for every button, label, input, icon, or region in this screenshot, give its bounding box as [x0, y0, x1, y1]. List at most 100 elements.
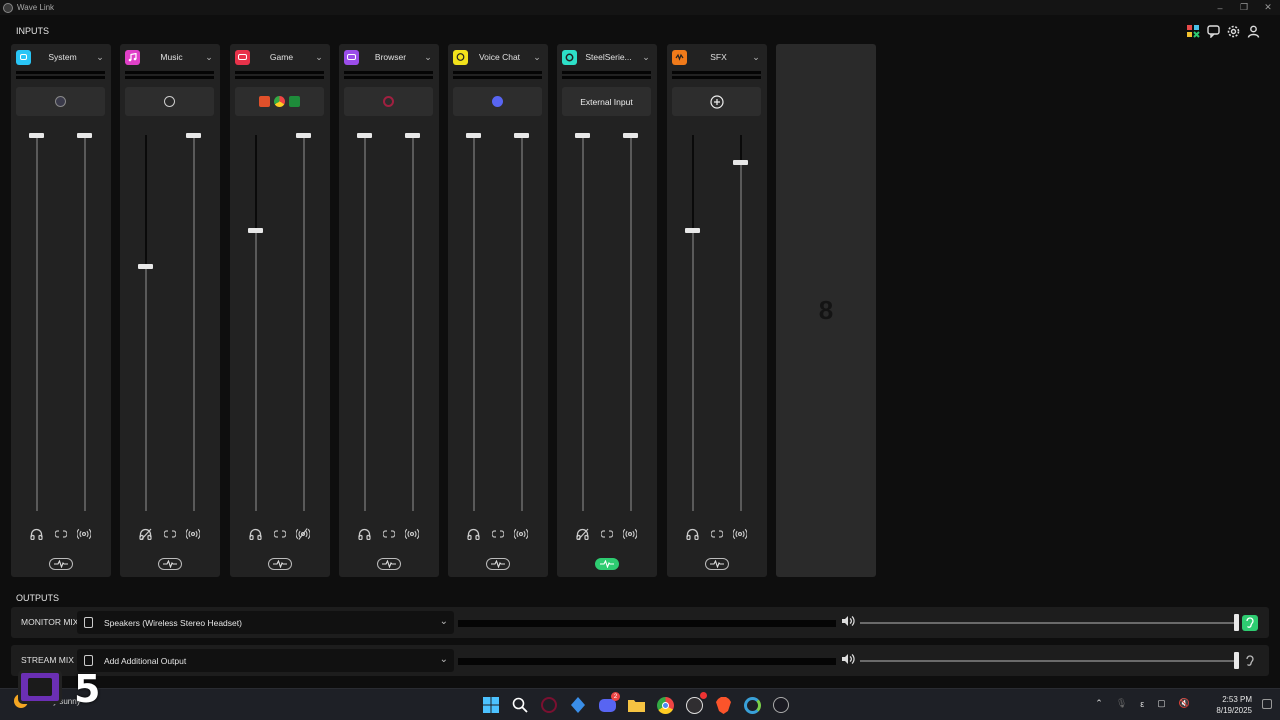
headphones-icon[interactable] [466, 527, 480, 541]
settings-gear-icon[interactable] [1226, 24, 1240, 38]
source-selector[interactable] [453, 87, 542, 116]
headphones-icon[interactable] [248, 527, 262, 541]
slider-thumb[interactable] [186, 133, 201, 138]
monitor-volume-slider[interactable] [473, 135, 475, 511]
close-button[interactable]: ✕ [1256, 0, 1280, 15]
channel-header[interactable]: System ⌄ [16, 49, 106, 65]
clock[interactable]: 2:53 PM 8/19/2025 [1216, 694, 1252, 716]
link-icon[interactable] [491, 527, 505, 541]
microphone-icon[interactable]: 🎙 [1116, 698, 1127, 709]
broadcast-icon[interactable] [77, 527, 91, 541]
source-selector[interactable] [235, 87, 324, 116]
output-device-dropdown[interactable]: Add Additional Output ⌄ [77, 649, 454, 672]
channel-header[interactable]: Game ⌄ [235, 49, 325, 65]
output-slider-thumb[interactable] [1234, 614, 1239, 631]
broadcast-icon[interactable] [186, 527, 200, 541]
stream-volume-slider[interactable] [193, 135, 195, 511]
wave-link-taskbar-icon[interactable] [771, 695, 791, 715]
plugins-icon[interactable] [1186, 24, 1200, 38]
stream-volume-slider[interactable] [412, 135, 414, 511]
volume-icon[interactable] [841, 615, 855, 629]
chevron-up-icon[interactable]: ⌃ [1095, 698, 1103, 709]
headphones-muted-icon[interactable] [575, 527, 589, 541]
slider-thumb[interactable] [405, 133, 420, 138]
broadcast-icon[interactable] [733, 527, 747, 541]
stream-volume-slider[interactable] [521, 135, 523, 511]
headphones-icon[interactable] [357, 527, 371, 541]
brave-icon[interactable] [713, 695, 733, 715]
effects-toggle-active[interactable] [595, 558, 619, 570]
speaker-muted-icon[interactable]: 🔇 [1179, 698, 1190, 709]
chevron-down-icon[interactable]: ⌄ [203, 52, 215, 63]
stream-volume-slider[interactable] [84, 135, 86, 511]
slider-thumb[interactable] [575, 133, 590, 138]
effects-toggle[interactable] [705, 558, 729, 570]
monitor-volume-slider[interactable] [692, 135, 694, 511]
notification-icon[interactable] [1262, 699, 1272, 709]
discord-icon[interactable]: 2 [597, 692, 620, 715]
stream-volume-slider[interactable] [303, 135, 305, 511]
effects-toggle[interactable] [49, 558, 73, 570]
monitor-volume-slider[interactable] [364, 135, 366, 511]
link-icon[interactable] [710, 527, 724, 541]
broadcast-icon[interactable] [623, 527, 637, 541]
windows-start-icon[interactable] [481, 695, 501, 715]
chevron-down-icon[interactable]: ⌄ [750, 52, 762, 63]
output-device-dropdown[interactable]: Speakers (Wireless Stereo Headset) ⌄ [77, 611, 454, 634]
source-selector[interactable]: External Input [562, 87, 651, 116]
slider-thumb[interactable] [29, 133, 44, 138]
slider-thumb[interactable] [623, 133, 638, 138]
stream-volume-slider[interactable] [630, 135, 632, 511]
channel-header[interactable]: SteelSerie... ⌄ [562, 49, 652, 65]
broadcast-icon[interactable] [405, 527, 419, 541]
headphones-icon[interactable] [29, 527, 43, 541]
chevron-down-icon[interactable]: ⌄ [313, 52, 325, 63]
monitor-volume-slider[interactable] [36, 135, 38, 511]
broadcast-muted-icon[interactable] [296, 527, 310, 541]
opera-gx-icon[interactable] [539, 695, 559, 715]
headphones-muted-icon[interactable] [138, 527, 152, 541]
headphones-icon[interactable] [685, 527, 699, 541]
slider-thumb[interactable] [248, 228, 263, 233]
channel-header[interactable]: Music ⌄ [125, 49, 215, 65]
chevron-down-icon[interactable]: ⌄ [422, 52, 434, 63]
slider-thumb[interactable] [733, 160, 748, 165]
ear-listen-icon[interactable] [1242, 615, 1258, 631]
language-indicator[interactable]: ε [1140, 699, 1144, 709]
effects-toggle[interactable] [268, 558, 292, 570]
volume-icon[interactable] [841, 653, 855, 667]
output-slider-thumb[interactable] [1234, 652, 1239, 669]
effects-toggle[interactable] [486, 558, 510, 570]
slider-thumb[interactable] [357, 133, 372, 138]
slider-thumb[interactable] [466, 133, 481, 138]
link-icon[interactable] [273, 527, 287, 541]
output-volume-slider[interactable] [860, 660, 1238, 662]
file-explorer-icon[interactable] [626, 695, 646, 715]
add-source-button[interactable] [672, 87, 761, 116]
edge-icon[interactable] [742, 695, 762, 715]
app-diamond-icon[interactable] [568, 695, 588, 715]
monitor-volume-slider[interactable] [582, 135, 584, 511]
chevron-down-icon[interactable]: ⌄ [531, 52, 543, 63]
slider-thumb[interactable] [77, 133, 92, 138]
network-icon[interactable]: ▢ [1157, 698, 1166, 709]
channel-header[interactable]: Browser ⌄ [344, 49, 434, 65]
slider-thumb[interactable] [514, 133, 529, 138]
ear-listen-icon[interactable] [1242, 653, 1258, 669]
maximize-button[interactable]: ❐ [1232, 0, 1256, 15]
monitor-volume-slider[interactable] [255, 135, 257, 511]
channel-header[interactable]: SFX ⌄ [672, 49, 762, 65]
monitor-volume-slider[interactable] [145, 135, 147, 511]
effects-toggle[interactable] [377, 558, 401, 570]
search-icon[interactable] [510, 695, 530, 715]
link-icon[interactable] [382, 527, 396, 541]
channel-header[interactable]: Voice Chat ⌄ [453, 49, 543, 65]
slider-thumb[interactable] [685, 228, 700, 233]
link-icon[interactable] [600, 527, 614, 541]
source-selector[interactable] [16, 87, 105, 116]
chrome-icon[interactable] [655, 695, 675, 715]
source-selector[interactable] [125, 87, 214, 116]
effects-toggle[interactable] [158, 558, 182, 570]
output-volume-slider[interactable] [860, 622, 1238, 624]
minimize-button[interactable]: – [1208, 0, 1232, 15]
